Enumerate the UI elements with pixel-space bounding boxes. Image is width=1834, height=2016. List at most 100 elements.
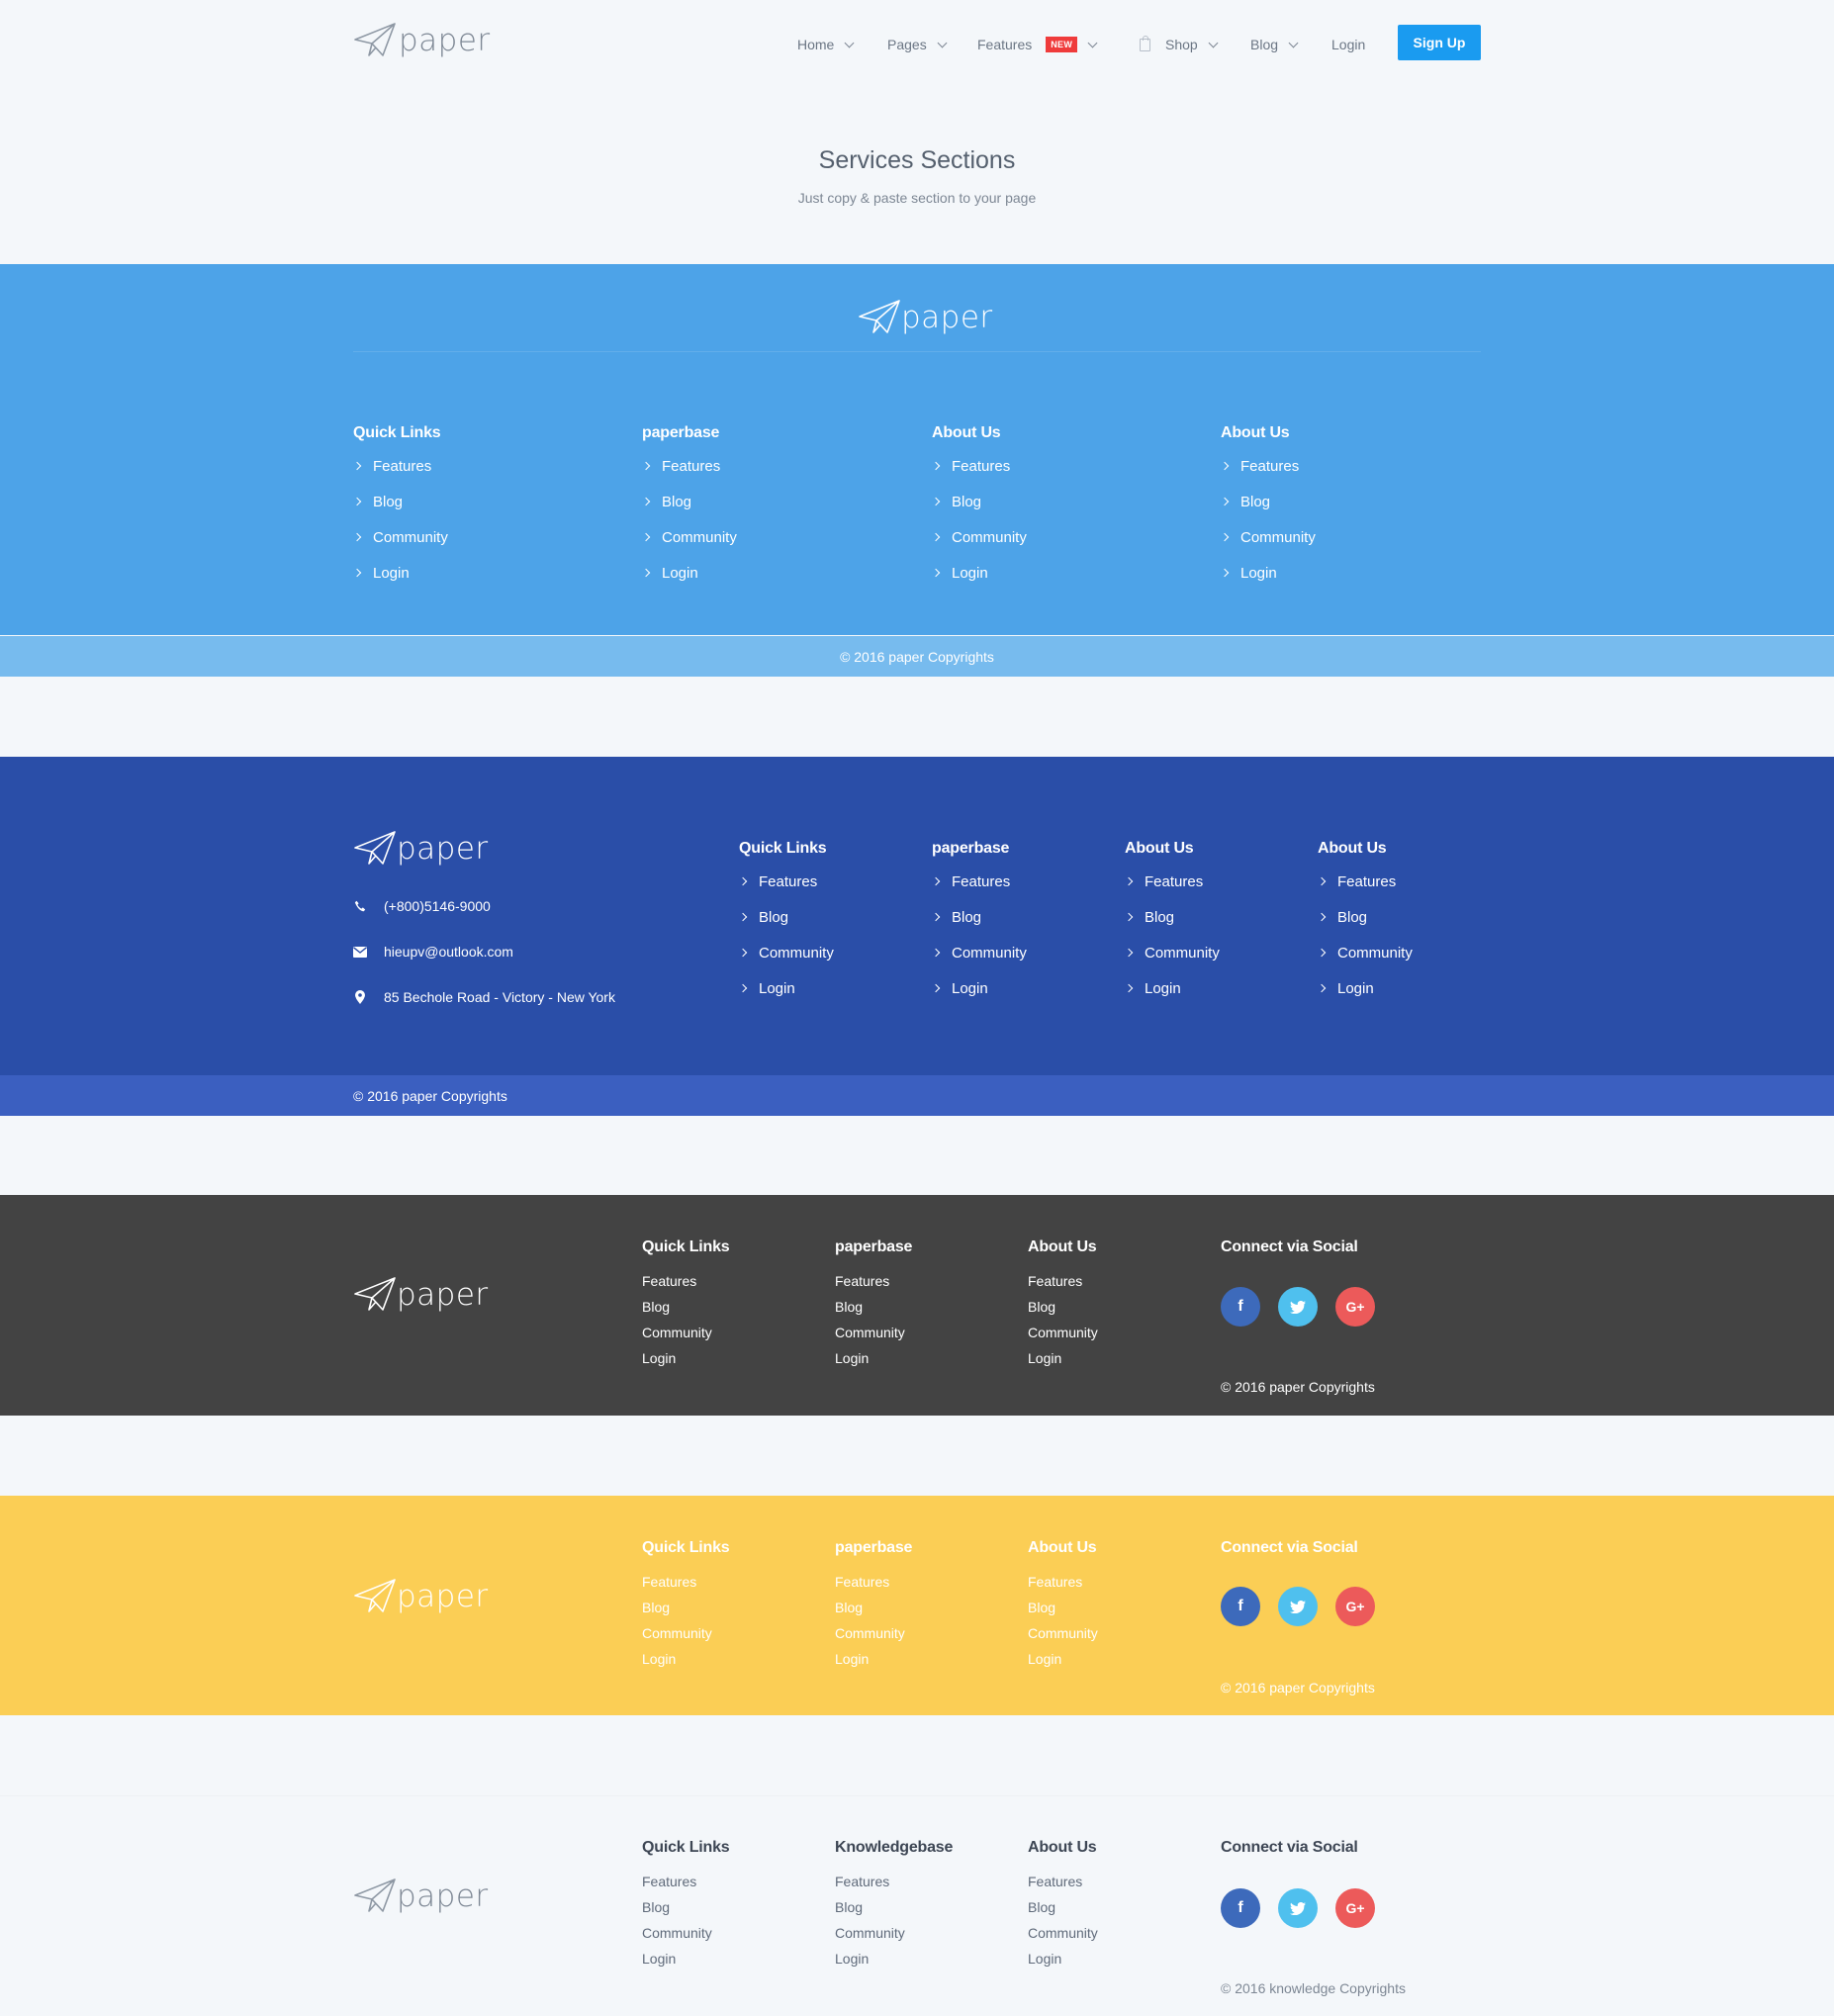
footer-link[interactable]: Blog <box>642 1595 830 1620</box>
footer-link[interactable]: Community <box>738 935 927 970</box>
footer-link[interactable]: Blog <box>1220 484 1498 519</box>
footer-link[interactable]: Features <box>641 448 919 484</box>
footer-link[interactable]: Community <box>835 1620 1023 1646</box>
footer-link[interactable]: Community <box>835 1920 1023 1946</box>
footer-link[interactable]: Blog <box>1028 1294 1216 1320</box>
google-plus-icon[interactable]: G+ <box>1335 1587 1375 1626</box>
footer-link[interactable]: Features <box>642 1569 830 1595</box>
footer-logo[interactable]: paper <box>353 1878 489 1915</box>
nav-features[interactable]: Features NEW <box>977 30 1098 59</box>
footer-link[interactable]: Login <box>835 1946 1023 1971</box>
footer-link[interactable]: Community <box>931 935 1120 970</box>
footer-link[interactable]: Login <box>642 1646 830 1672</box>
contact-phone[interactable]: (+800)5146-9000 <box>353 898 491 914</box>
footer-link[interactable]: Login <box>641 555 919 591</box>
footer-link[interactable]: Blog <box>738 899 927 935</box>
footer-link[interactable]: Features <box>931 448 1209 484</box>
nav-blog[interactable]: Blog <box>1250 30 1299 59</box>
footer-link[interactable]: Features <box>835 1268 1023 1294</box>
footer-link[interactable]: Features <box>1124 864 1313 899</box>
footer-link[interactable]: Blog <box>835 1294 1023 1320</box>
footer-link[interactable]: Login <box>1028 1345 1216 1371</box>
column-title: About Us <box>1318 840 1387 857</box>
footer-link[interactable]: Features <box>931 864 1120 899</box>
footer-link[interactable]: Features <box>1028 1569 1216 1595</box>
footer-link[interactable]: Login <box>1028 1646 1216 1672</box>
footer-link[interactable]: Blog <box>1028 1595 1216 1620</box>
footer-link[interactable]: Features <box>835 1569 1023 1595</box>
footer-link[interactable]: Community <box>931 519 1209 555</box>
column-title: About Us <box>1028 1238 1097 1255</box>
footer-link[interactable]: Login <box>1317 970 1506 1006</box>
footer-link[interactable]: Community <box>1124 935 1313 970</box>
footer-column: Quick Links Features Blog Community Logi… <box>738 840 927 1006</box>
footer-link[interactable]: Blog <box>642 1294 830 1320</box>
footer-link[interactable]: Blog <box>835 1894 1023 1920</box>
footer-logo[interactable]: paper <box>353 830 489 868</box>
footer-link[interactable]: Community <box>642 1920 830 1946</box>
footer-link[interactable]: Features <box>1028 1869 1216 1894</box>
footer-link[interactable]: Blog <box>352 484 630 519</box>
footer-link[interactable]: Blog <box>1317 899 1506 935</box>
twitter-icon[interactable] <box>1278 1587 1318 1626</box>
footer-link[interactable]: Login <box>352 555 630 591</box>
footer-link[interactable]: Features <box>352 448 630 484</box>
footer-link[interactable]: Blog <box>1028 1894 1216 1920</box>
twitter-icon[interactable] <box>1278 1287 1318 1327</box>
footer-link[interactable]: Features <box>738 864 927 899</box>
footer-link[interactable]: Features <box>1317 864 1506 899</box>
footer-link[interactable]: Community <box>641 519 919 555</box>
nav-login[interactable]: Login <box>1331 30 1365 59</box>
footer-column: About Us Features Blog Community Login <box>1028 1238 1216 1371</box>
footer-link[interactable]: Features <box>1220 448 1498 484</box>
footer-link[interactable]: Login <box>1124 970 1313 1006</box>
nav-pages[interactable]: Pages <box>887 30 948 59</box>
twitter-icon[interactable] <box>1278 1888 1318 1928</box>
footer-link[interactable]: Login <box>931 970 1120 1006</box>
column-title: About Us <box>1028 1839 1097 1856</box>
footer-link[interactable]: Login <box>835 1646 1023 1672</box>
facebook-icon[interactable]: f <box>1221 1888 1260 1928</box>
contact-email[interactable]: hieupv@outlook.com <box>353 944 513 960</box>
facebook-icon[interactable]: f <box>1221 1587 1260 1626</box>
facebook-icon[interactable]: f <box>1221 1287 1260 1327</box>
footer-link[interactable]: Blog <box>642 1894 830 1920</box>
footer-link[interactable]: Community <box>642 1620 830 1646</box>
footer-link[interactable]: Login <box>1220 555 1498 591</box>
social-icons: f G+ <box>1221 1587 1375 1626</box>
footer-link[interactable]: Blog <box>641 484 919 519</box>
nav-home[interactable]: Home <box>797 30 855 59</box>
footer-logo[interactable]: paper <box>353 1276 489 1314</box>
footer-link[interactable]: Community <box>352 519 630 555</box>
footer-link[interactable]: Community <box>1317 935 1506 970</box>
footer-link[interactable]: Features <box>835 1869 1023 1894</box>
google-plus-icon[interactable]: G+ <box>1335 1888 1375 1928</box>
footer-link[interactable]: Login <box>931 555 1209 591</box>
footer-link[interactable]: Community <box>642 1320 830 1345</box>
chevron-right-icon <box>1317 983 1327 993</box>
signup-button[interactable]: Sign Up <box>1398 25 1481 60</box>
footer-link[interactable]: Login <box>642 1946 830 1971</box>
google-plus-icon[interactable]: G+ <box>1335 1287 1375 1327</box>
footer-link[interactable]: Blog <box>931 899 1120 935</box>
footer-link[interactable]: Login <box>738 970 927 1006</box>
footer-link[interactable]: Community <box>1028 1320 1216 1345</box>
footer-logo[interactable]: paper <box>353 1578 489 1615</box>
footer-link[interactable]: Blog <box>931 484 1209 519</box>
footer-link[interactable]: Community <box>835 1320 1023 1345</box>
footer-logo[interactable]: paper <box>858 299 993 336</box>
footer-link[interactable]: Community <box>1028 1620 1216 1646</box>
chevron-right-icon <box>1317 912 1327 922</box>
footer-link[interactable]: Login <box>1028 1946 1216 1971</box>
footer-link[interactable]: Blog <box>835 1595 1023 1620</box>
footer-link[interactable]: Blog <box>1124 899 1313 935</box>
footer-link[interactable]: Features <box>642 1268 830 1294</box>
footer-link[interactable]: Features <box>642 1869 830 1894</box>
footer-link[interactable]: Login <box>642 1345 830 1371</box>
footer-link[interactable]: Community <box>1028 1920 1216 1946</box>
nav-shop[interactable]: Shop <box>1140 30 1219 59</box>
footer-link[interactable]: Login <box>835 1345 1023 1371</box>
footer-link[interactable]: Community <box>1220 519 1498 555</box>
footer-column: About Us Features Blog Community Login <box>931 424 1209 591</box>
footer-link[interactable]: Features <box>1028 1268 1216 1294</box>
